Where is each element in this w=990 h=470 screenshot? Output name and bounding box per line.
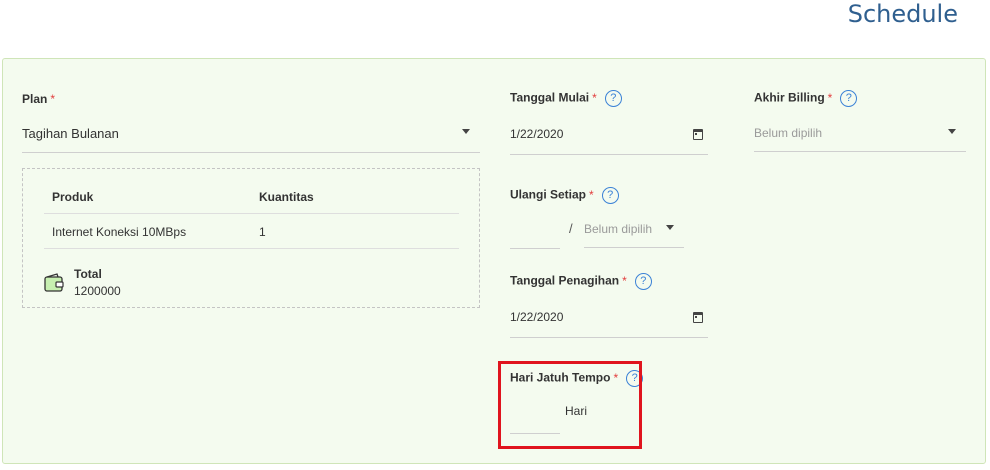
- product-summary-box: Produk Kuantitas Internet Koneksi 10MBps…: [22, 168, 480, 308]
- akhir-billing-label-text: Akhir Billing: [754, 90, 825, 105]
- caret-down-icon: [948, 129, 956, 134]
- plan-label: Plan *: [22, 92, 55, 106]
- divider: [44, 213, 459, 214]
- ulangi-setiap-label-text: Ulangi Setiap: [510, 187, 587, 202]
- required-marker: *: [50, 92, 56, 106]
- tanggal-penagihan-label: Tanggal Penagihan *?: [510, 273, 652, 290]
- required-marker: *: [592, 90, 597, 105]
- plan-label-text: Plan: [22, 92, 48, 106]
- required-marker: *: [622, 273, 627, 288]
- tanggal-penagihan-date-input[interactable]: 1/22/2020: [510, 303, 708, 338]
- tanggal-mulai-date-input[interactable]: 1/22/2020: [510, 120, 708, 155]
- calendar-icon[interactable]: [693, 312, 703, 323]
- calendar-icon[interactable]: [693, 129, 703, 140]
- caret-down-icon: [666, 225, 674, 230]
- column-header-kuantitas: Kuantitas: [259, 190, 314, 204]
- ulangi-setiap-number-input[interactable]: [510, 214, 560, 249]
- column-header-produk: Produk: [52, 190, 94, 204]
- required-marker: *: [827, 90, 833, 105]
- tanggal-mulai-label-text: Tanggal Mulai: [510, 90, 590, 105]
- highlight-box: [498, 361, 642, 449]
- table-cell-qty: 1: [259, 225, 266, 239]
- plan-select-value: Tagihan Bulanan: [22, 126, 119, 141]
- tanggal-mulai-value: 1/22/2020: [510, 127, 564, 141]
- tanggal-penagihan-label-text: Tanggal Penagihan: [510, 273, 620, 288]
- akhir-billing-label: Akhir Billing *?: [754, 90, 858, 107]
- page-title: Schedule: [847, 0, 958, 28]
- required-marker: *: [589, 187, 594, 202]
- caret-down-icon: [462, 129, 470, 134]
- ulangi-setiap-unit-placeholder: Belum dipilih: [584, 222, 653, 236]
- help-icon[interactable]: ?: [601, 187, 619, 204]
- wallet-icon: [44, 273, 64, 292]
- tanggal-penagihan-value: 1/22/2020: [510, 310, 564, 324]
- help-icon[interactable]: ?: [634, 273, 652, 290]
- tanggal-mulai-label: Tanggal Mulai *?: [510, 90, 622, 107]
- table-cell-product: Internet Koneksi 10MBps: [52, 225, 187, 239]
- divider: [44, 248, 459, 249]
- ulangi-setiap-label: Ulangi Setiap *?: [510, 187, 619, 204]
- interval-separator: /: [569, 221, 573, 236]
- help-icon[interactable]: ?: [840, 90, 858, 107]
- help-icon[interactable]: ?: [604, 90, 622, 107]
- akhir-billing-placeholder: Belum dipilih: [754, 126, 823, 140]
- total-value: 1200000: [74, 284, 121, 298]
- plan-select[interactable]: Tagihan Bulanan: [22, 118, 480, 153]
- akhir-billing-select[interactable]: Belum dipilih: [754, 118, 966, 152]
- total-label: Total: [74, 267, 102, 281]
- ulangi-setiap-unit-select[interactable]: Belum dipilih: [584, 214, 684, 248]
